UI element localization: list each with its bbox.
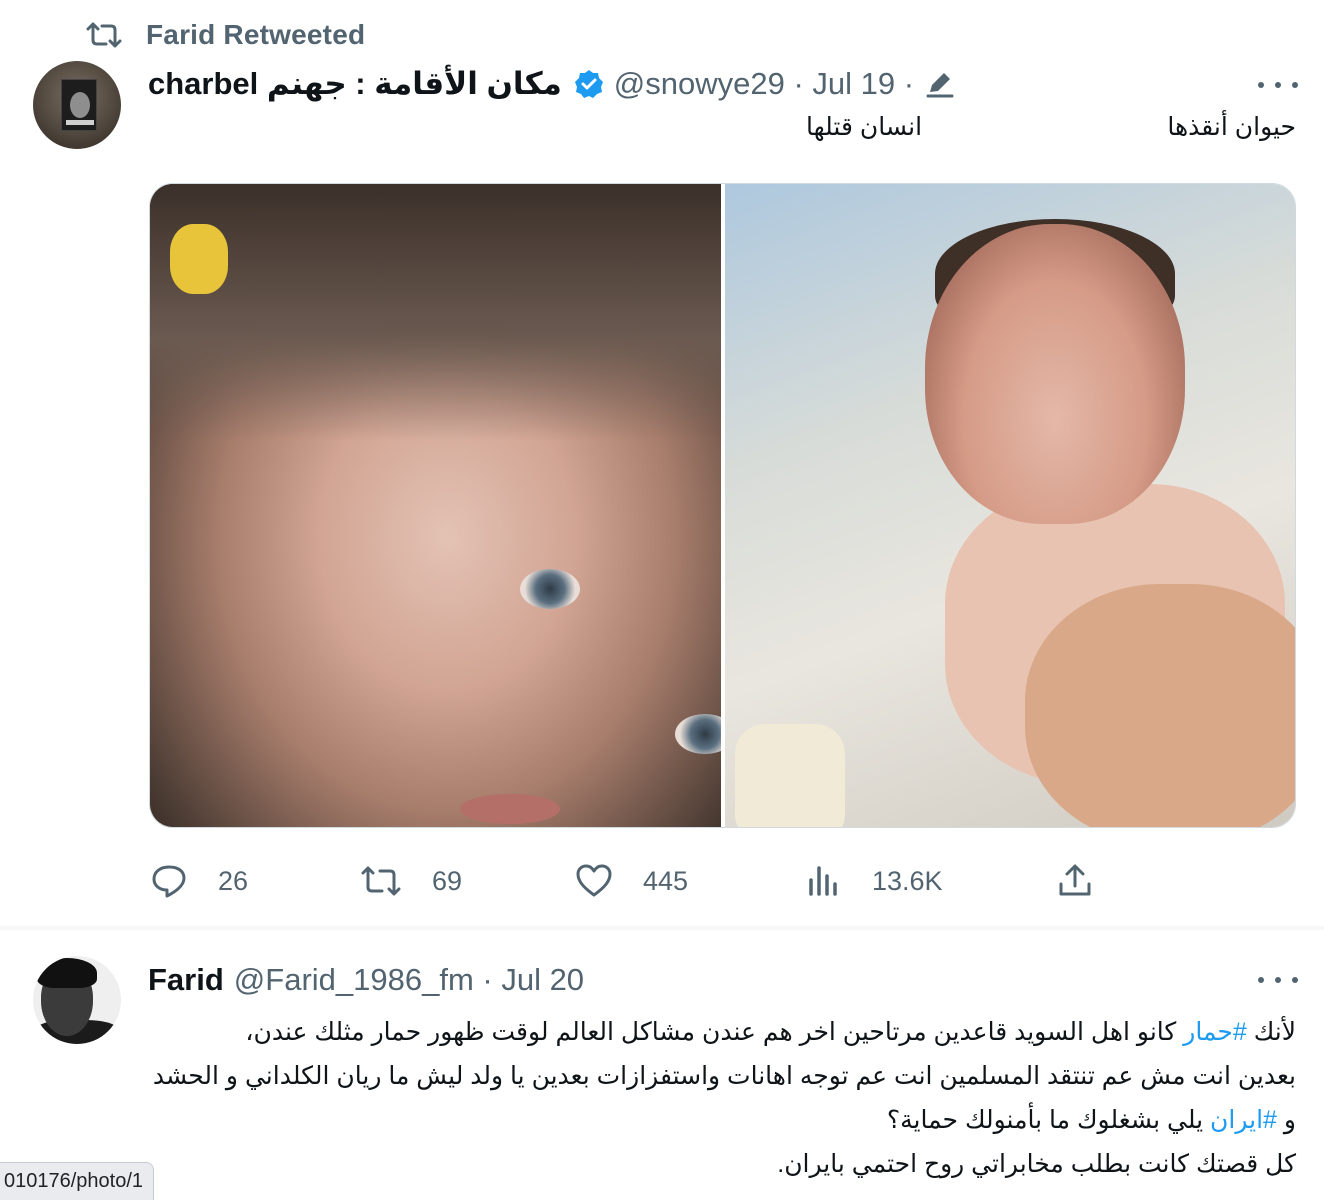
tweet-media[interactable] bbox=[149, 183, 1296, 828]
retweet-button[interactable]: 69 bbox=[360, 856, 462, 906]
media-photo-girl[interactable] bbox=[150, 184, 721, 827]
status-bar-url: 010176/photo/1 bbox=[0, 1162, 155, 1200]
avatar[interactable] bbox=[33, 61, 121, 149]
retweet-banner-text[interactable]: Farid Retweeted bbox=[146, 19, 365, 51]
media-photo-baby[interactable] bbox=[724, 184, 1295, 827]
views-count: 13.6K bbox=[872, 865, 943, 896]
hashtag-link[interactable]: #حمار bbox=[1183, 1018, 1247, 1046]
share-button[interactable] bbox=[1056, 856, 1094, 906]
author-name[interactable]: Farid bbox=[148, 962, 224, 998]
reply-count: 26 bbox=[218, 865, 249, 896]
more-options-icon[interactable] bbox=[1258, 970, 1298, 990]
handle-and-date[interactable]: @snowye29 · Jul 19 · bbox=[614, 66, 914, 102]
tweet-line-4: كل قصتك كانت بطلب مخابراتي روح احتمي باي… bbox=[777, 1150, 1296, 1178]
tweet-header: Farid @Farid_1986_fm · Jul 20 bbox=[148, 958, 584, 1002]
author-name[interactable]: charbel مكان الأقامة : جهنم bbox=[148, 66, 562, 102]
retweet-banner: Farid Retweeted bbox=[86, 18, 365, 52]
tweet-text-right-caption: حيوان أنقذها bbox=[1167, 113, 1296, 141]
retweet-icon bbox=[86, 22, 122, 48]
like-button[interactable]: 445 bbox=[575, 856, 688, 906]
text-segment: لأنك bbox=[1246, 1018, 1296, 1046]
avatar[interactable] bbox=[33, 956, 121, 1044]
tweet-header: charbel مكان الأقامة : جهنم @snowye29 · … bbox=[148, 62, 956, 106]
heart-icon bbox=[576, 864, 612, 897]
text-segment: كانو اهل السويد قاعدين مرتاحين اخر هم عن… bbox=[245, 1018, 1184, 1046]
text-segment: يلي بشغلوك ما بأمنولك حماية؟ bbox=[886, 1106, 1211, 1134]
tweet-line-2: بعدين انت مش عم تنتقد المسلمين انت عم تو… bbox=[152, 1062, 1296, 1090]
retweet-count: 69 bbox=[432, 865, 463, 896]
tweet-line-3: و #ايران يلي بشغلوك ما بأمنولك حماية؟ bbox=[146, 1098, 1296, 1142]
tweet-text-left-caption: انسان قتلها bbox=[806, 113, 923, 141]
like-count: 445 bbox=[643, 865, 689, 896]
verified-badge-icon[interactable] bbox=[574, 69, 604, 99]
share-upload-icon bbox=[1059, 864, 1091, 896]
reply-icon bbox=[152, 865, 186, 898]
tweet-line-1: لأنك #حمار كانو اهل السويد قاعدين مرتاحي… bbox=[146, 1010, 1296, 1054]
retweet-icon bbox=[361, 866, 401, 896]
tweet-divider bbox=[0, 926, 1324, 930]
views-button[interactable]: 13.6K bbox=[806, 856, 943, 906]
edited-pencil-icon[interactable] bbox=[924, 68, 956, 100]
handle-and-date[interactable]: @Farid_1986_fm · Jul 20 bbox=[234, 962, 584, 998]
reply-button[interactable]: 26 bbox=[150, 856, 248, 906]
hashtag-link[interactable]: #ايران bbox=[1210, 1106, 1277, 1134]
more-options-icon[interactable] bbox=[1258, 75, 1298, 95]
text-segment: و bbox=[1276, 1106, 1296, 1134]
analytics-bar-icon bbox=[809, 866, 837, 896]
tweet-body: لأنك #حمار كانو اهل السويد قاعدين مرتاحي… bbox=[146, 1010, 1296, 1186]
tweet-actions: 26 69 445 13.6K bbox=[150, 856, 1110, 906]
